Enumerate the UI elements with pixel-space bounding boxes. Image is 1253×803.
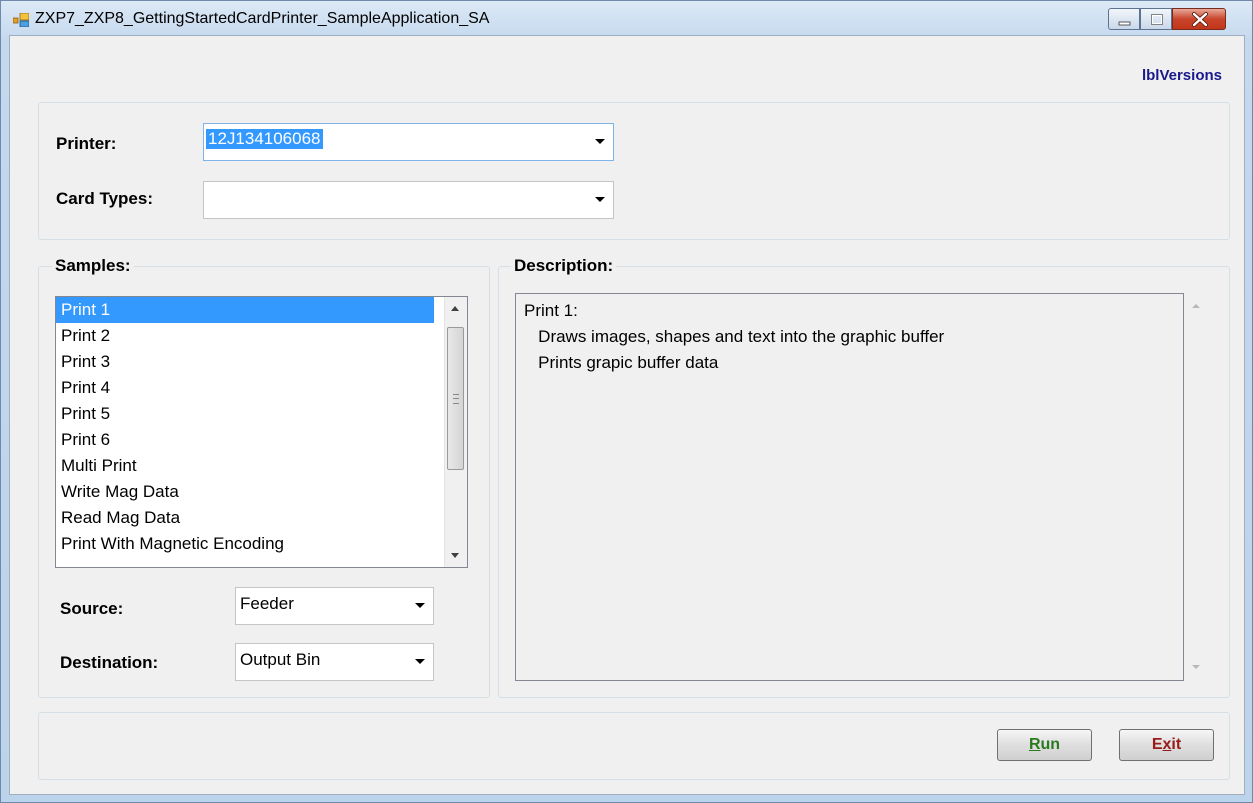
client-area: lblVersions Printer: 12J134106068 Card T… [9,35,1245,795]
scroll-thumb[interactable] [447,327,464,470]
description-line: Draws images, shapes and text into the g… [524,327,945,346]
minimize-button[interactable] [1108,8,1140,30]
destination-combo-value: Output Bin [240,650,321,669]
title-bar[interactable]: ZXP7_ZXP8_GettingStartedCardPrinter_Samp… [1,1,1252,35]
list-item[interactable]: Print 5 [56,401,434,427]
printer-combo-value: 12J134106068 [206,129,323,149]
run-button[interactable]: Run [997,729,1092,761]
chevron-down-icon[interactable] [595,139,605,144]
samples-list: Print 1 Print 2 Print 3 Print 4 Print 5 Print… [56,297,467,557]
source-combo[interactable]: Feeder [235,587,434,625]
description-scrollbar[interactable] [1186,293,1208,681]
minimize-icon [1118,21,1131,26]
card-types-combo[interactable] [203,181,614,219]
close-button[interactable] [1172,8,1226,30]
list-item[interactable]: Print 2 [56,323,434,349]
list-item[interactable]: Write Mag Data [56,479,434,505]
app-window: ZXP7_ZXP8_GettingStartedCardPrinter_Samp… [0,0,1253,803]
chevron-down-icon[interactable] [595,197,605,202]
scroll-down-icon[interactable] [451,553,459,558]
list-item[interactable]: Print With Magnetic Encoding [56,531,434,557]
versions-label: lblVersions [1141,67,1222,84]
exit-button[interactable]: Exit [1119,729,1214,761]
close-icon [1192,12,1208,27]
description-textbox[interactable]: Print 1: Draws images, shapes and text i… [515,293,1184,681]
printer-label: Printer: [56,134,117,153]
samples-title: Samples: [52,256,134,276]
samples-scrollbar[interactable] [444,297,467,567]
source-label: Source: [60,599,124,618]
run-label: un [1040,736,1061,753]
source-combo-value: Feeder [240,594,294,613]
list-item[interactable]: Print 6 [56,427,434,453]
scroll-up-icon[interactable] [451,306,459,311]
description-line: Print 1: [524,301,578,320]
exit-label-start: E [1151,736,1163,753]
chevron-down-icon[interactable] [415,603,425,608]
window-title: ZXP7_ZXP8_GettingStartedCardPrinter_Samp… [35,10,490,27]
run-mnemonic: R [1028,736,1041,753]
list-item[interactable]: Print 1 [56,297,434,323]
description-title: Description: [511,256,617,276]
description-line: Prints grapic buffer data [524,353,719,372]
scroll-up-icon[interactable] [1192,304,1200,308]
exit-label-end: it [1171,736,1182,753]
scroll-down-icon[interactable] [1192,665,1200,669]
samples-listbox[interactable]: Print 1 Print 2 Print 3 Print 4 Print 5 Print… [55,296,468,568]
list-item[interactable]: Read Mag Data [56,505,434,531]
destination-label: Destination: [60,653,159,672]
maximize-icon [1151,14,1163,25]
list-item[interactable]: Print 3 [56,349,434,375]
maximize-button[interactable] [1140,8,1172,30]
app-icon [12,12,30,28]
list-item[interactable]: Print 4 [56,375,434,401]
card-types-label: Card Types: [56,189,153,208]
grip-icon [453,394,459,404]
destination-combo[interactable]: Output Bin [235,643,434,681]
printer-combo[interactable]: 12J134106068 [203,123,614,161]
chevron-down-icon[interactable] [415,659,425,664]
list-item[interactable]: Multi Print [56,453,434,479]
